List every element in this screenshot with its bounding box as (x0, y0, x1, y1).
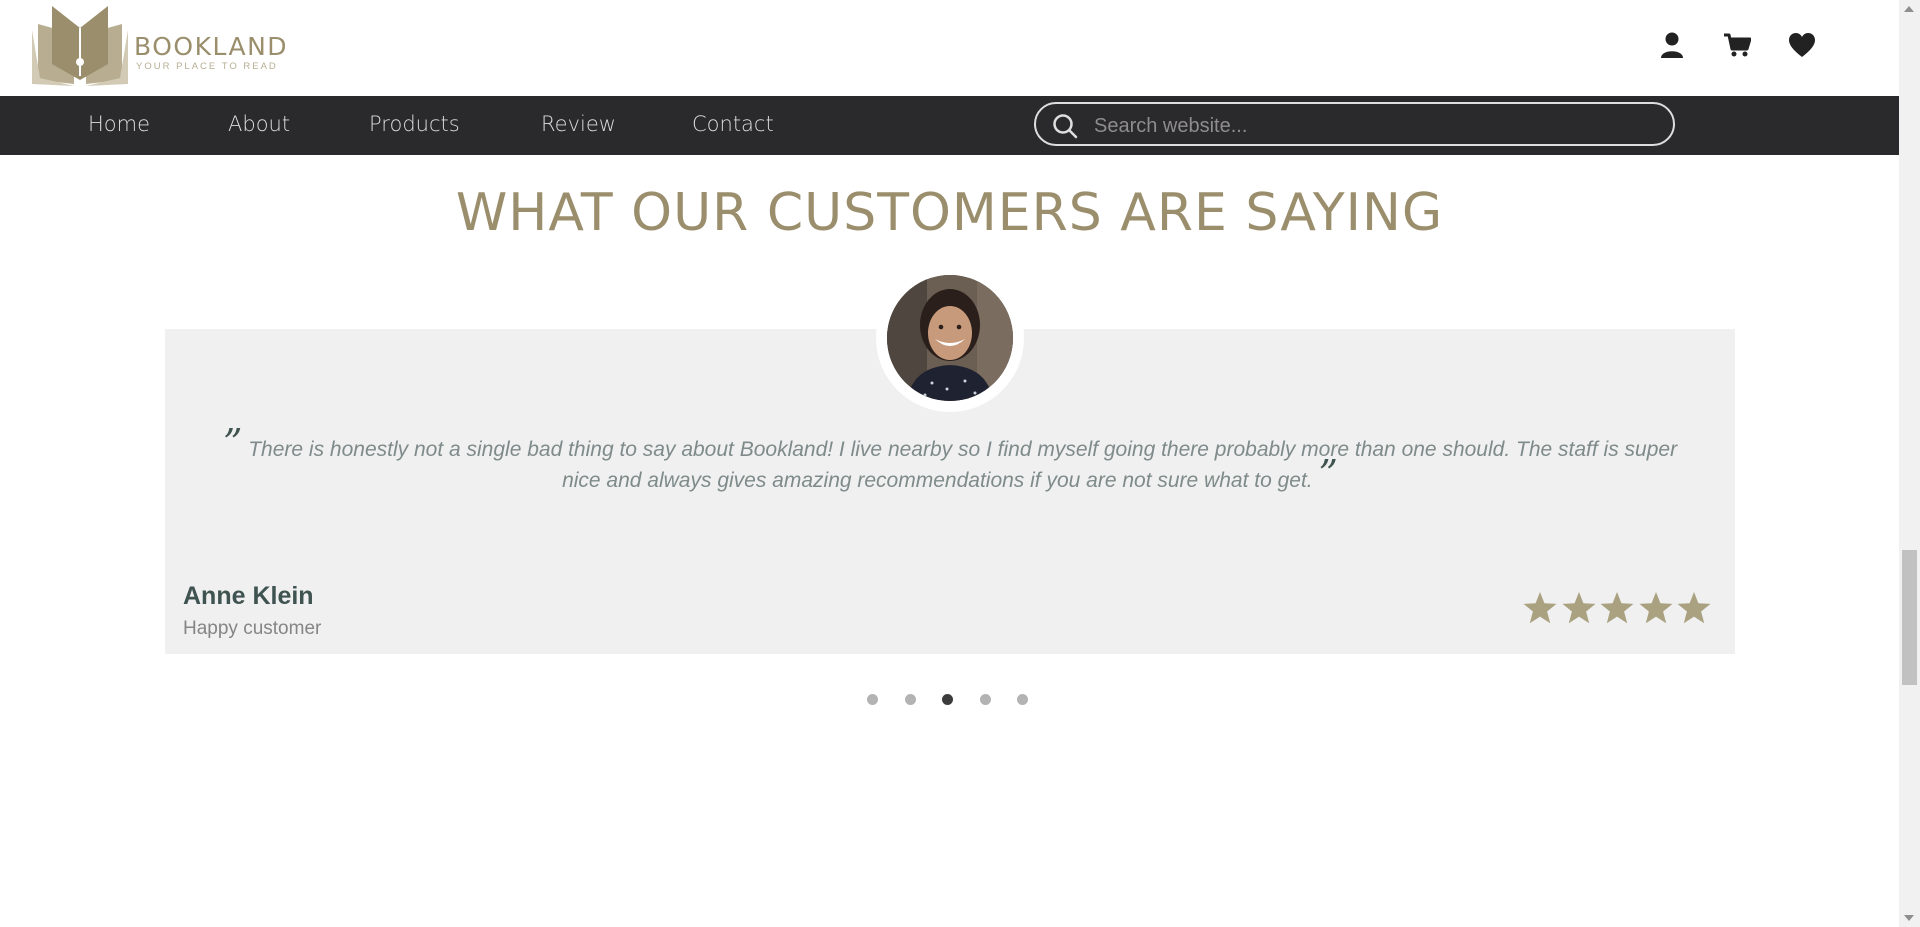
cart-button[interactable] (1720, 28, 1754, 62)
nav-item-about[interactable]: About (228, 112, 290, 136)
avatar-frame (876, 264, 1024, 412)
nav-item-home[interactable]: Home (88, 112, 150, 136)
cart-icon (1724, 33, 1751, 57)
reviewer-name: Anne Klein (183, 582, 314, 610)
testimonial-text: There is honestly not a single bad thing… (248, 438, 1678, 492)
bookland-logo[interactable]: BOOKLAND YOUR PLACE TO READ (30, 4, 290, 86)
page-scrollbar[interactable] (1899, 0, 1920, 927)
search-input[interactable] (1092, 110, 1656, 142)
nav-item-products[interactable]: Products (369, 112, 460, 136)
account-button[interactable] (1655, 28, 1689, 62)
nav-item-contact[interactable]: Contact (692, 112, 774, 136)
star-icon (1523, 592, 1557, 624)
search-icon[interactable] (1052, 113, 1078, 139)
search-box (1034, 102, 1675, 146)
customer-photo (887, 275, 1013, 401)
open-quote-mark: ” (222, 421, 243, 465)
scroll-down-arrow-icon[interactable] (1904, 915, 1914, 921)
heart-icon (1789, 33, 1815, 57)
scrollbar-thumb[interactable] (1902, 550, 1917, 685)
avatar (887, 275, 1013, 401)
header: BOOKLAND YOUR PLACE TO READ (0, 0, 1899, 96)
scroll-up-arrow-icon[interactable] (1904, 6, 1914, 12)
star-icon (1677, 592, 1711, 624)
header-icons (1655, 28, 1825, 62)
section-title: WHAT OUR CUSTOMERS ARE SAYING (455, 183, 1444, 243)
star-icon (1600, 592, 1634, 624)
brand-tagline: YOUR PLACE TO READ (136, 61, 278, 72)
carousel-dot-2[interactable] (904, 694, 916, 705)
brand-name: BOOKLAND (134, 32, 289, 61)
book-logo-icon (32, 6, 128, 86)
carousel-dot-3[interactable] (942, 694, 953, 705)
carousel-dot-1[interactable] (867, 694, 878, 705)
star-icon (1639, 592, 1672, 624)
main-navbar: Home About Products Review Contact (0, 96, 1899, 155)
star-icon (1562, 592, 1595, 624)
carousel-dots (867, 694, 1032, 706)
nav-item-review[interactable]: Review (541, 112, 616, 136)
carousel-dot-4[interactable] (979, 694, 991, 705)
carousel-dot-5[interactable] (1017, 694, 1028, 705)
wishlist-button[interactable] (1785, 28, 1819, 62)
close-quote-mark: ” (1318, 452, 1338, 496)
user-icon (1661, 32, 1683, 58)
rating-stars (1522, 590, 1712, 626)
testimonial-quote: ” There is honestly not a single bad thi… (205, 424, 1695, 496)
reviewer-role: Happy customer (183, 618, 322, 639)
